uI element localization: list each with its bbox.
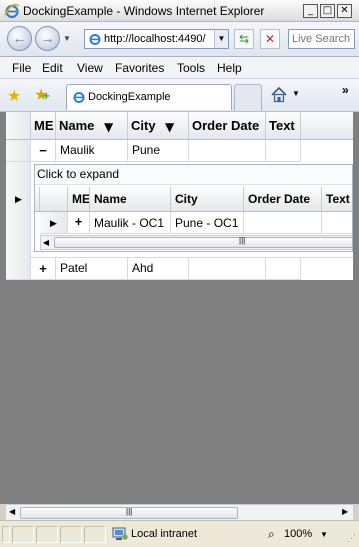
child-cell-city[interactable]: Pune - OC1 [171, 212, 244, 234]
expand-button[interactable]: + [31, 258, 56, 280]
collapse-button[interactable]: − [31, 140, 56, 162]
status-bar: Local intranet ⌕ 100% ▼ ⋰ [0, 520, 359, 547]
cell-name[interactable]: Patel [56, 258, 128, 280]
forward-button[interactable]: → [35, 26, 60, 51]
search-box[interactable] [288, 29, 355, 49]
home-dropdown-icon[interactable]: ▼ [292, 89, 300, 98]
maximize-button[interactable]: □ [320, 4, 335, 18]
row-indicator [6, 140, 31, 162]
child-indicator-header [40, 187, 68, 212]
child-scroll-thumb[interactable]: ||| [54, 236, 352, 248]
child-column-header-order-date[interactable]: Order Date [244, 187, 322, 212]
child-column-header-text[interactable]: Text [322, 187, 352, 212]
url-text[interactable]: http://localhost:4490/ [104, 33, 212, 45]
address-bar: ← → ▼ http://localhost:4490/ ▼ ⇆ ✕ [0, 22, 359, 57]
title-bar: DockingExample - Windows Internet Explor… [0, 0, 359, 22]
status-segment [12, 526, 34, 543]
child-row-arrow-icon: ▶ [40, 212, 68, 234]
close-button[interactable]: ✕ [337, 4, 352, 18]
menu-file[interactable]: File [12, 61, 31, 75]
url-dropdown-icon[interactable]: ▼ [214, 30, 228, 48]
url-field[interactable]: http://localhost:4490/ ▼ [84, 29, 229, 49]
ie-logo-icon [4, 3, 20, 19]
cell-text[interactable] [266, 258, 301, 280]
new-tab-button[interactable] [234, 84, 262, 110]
zoom-dropdown-icon[interactable]: ▼ [320, 530, 328, 539]
page-icon [89, 34, 101, 45]
grip-icon: ||| [126, 507, 133, 516]
column-header-me[interactable]: ME [31, 112, 56, 140]
zoom-icon[interactable]: ⌕ [268, 527, 275, 542]
child-horizontal-scrollbar[interactable]: ◀ ||| [40, 235, 352, 250]
child-column-header-city[interactable]: City [171, 187, 244, 212]
scroll-left-icon[interactable]: ◀ [41, 236, 51, 249]
status-segment [84, 526, 106, 543]
row-indicator [6, 258, 31, 280]
column-header-name[interactable]: Name ▼ [56, 112, 128, 140]
child-expand-button[interactable]: + [68, 212, 90, 234]
tab-label: DockingExample [88, 91, 171, 103]
intranet-zone-icon [112, 527, 128, 540]
search-input[interactable] [289, 30, 353, 48]
page-content: ME Name ▼ City ▼ Order Date Text − Mauli… [0, 112, 359, 504]
detail-indicator: ▶ [6, 162, 31, 258]
child-grid: Click to expand ME Name City Order Date … [34, 164, 353, 252]
detail-section: ▶ Click to expand ME Name City Order Dat… [6, 162, 353, 258]
stop-button[interactable]: ✕ [260, 29, 280, 49]
child-column-header-me[interactable]: ME [68, 187, 90, 212]
add-favorites-icon[interactable]: ★ + [34, 85, 50, 104]
window-title: DockingExample - Windows Internet Explor… [23, 4, 265, 18]
cell-name[interactable]: Maulik [56, 140, 128, 162]
more-tools-icon[interactable]: » [342, 83, 349, 97]
page-horizontal-scrollbar[interactable]: ◀ ||| ▶ [6, 504, 353, 520]
click-to-expand-row[interactable]: Click to expand [35, 165, 352, 185]
menu-view[interactable]: View [77, 61, 103, 75]
zoom-level[interactable]: 100% [284, 528, 312, 540]
history-dropdown-icon[interactable]: ▼ [63, 34, 71, 43]
city-filter-icon[interactable]: ▼ [165, 120, 174, 134]
page-icon [73, 92, 85, 103]
tab-docking-example[interactable]: DockingExample [66, 84, 232, 110]
resize-grip-icon[interactable]: ⋰ [347, 533, 356, 544]
cell-text[interactable] [266, 140, 301, 162]
child-cell-name[interactable]: Maulik - OC1 [90, 212, 171, 234]
refresh-button[interactable]: ⇆ [234, 29, 254, 49]
cell-city[interactable]: Pune [128, 140, 189, 162]
grip-icon: ||| [239, 236, 246, 245]
column-header-city[interactable]: City ▼ [128, 112, 189, 140]
scroll-right-icon[interactable]: ▶ [342, 507, 348, 516]
menu-edit[interactable]: Edit [42, 61, 63, 75]
current-row-arrow-icon: ▶ [15, 194, 22, 204]
page-scroll-thumb[interactable]: ||| [20, 507, 238, 519]
header-filler [301, 112, 353, 140]
status-segment [60, 526, 82, 543]
back-button[interactable]: ← [7, 26, 32, 51]
column-header-city-label: City [131, 118, 156, 133]
menu-favorites[interactable]: Favorites [115, 61, 164, 75]
column-header-order-date[interactable]: Order Date [189, 112, 266, 140]
security-zone-label[interactable]: Local intranet [131, 528, 197, 540]
cell-order-date[interactable] [189, 258, 266, 280]
column-header-name-label: Name [59, 118, 95, 133]
status-segment [36, 526, 58, 543]
menu-bar: File Edit View Favorites Tools Help [0, 57, 359, 79]
column-header-text[interactable]: Text [266, 112, 301, 140]
grid-indicator-header [6, 112, 31, 140]
hierarchical-grid: ME Name ▼ City ▼ Order Date Text − Mauli… [6, 112, 353, 280]
favorites-center-icon[interactable]: ★ [7, 86, 21, 105]
cell-city[interactable]: Ahd [128, 258, 189, 280]
child-cell-order-date[interactable] [244, 212, 322, 234]
cell-order-date[interactable] [189, 140, 266, 162]
menu-help[interactable]: Help [217, 61, 242, 75]
scroll-left-icon[interactable]: ◀ [9, 507, 15, 516]
child-column-header-name[interactable]: Name [90, 187, 171, 212]
home-icon[interactable] [270, 86, 288, 104]
menu-tools[interactable]: Tools [177, 61, 205, 75]
minimize-button[interactable]: _ [303, 4, 318, 18]
favorites-bar: ★ ★ + DockingExample ▼ » [0, 79, 359, 112]
name-filter-icon[interactable]: ▼ [104, 120, 113, 134]
child-cell-text[interactable] [322, 212, 352, 234]
status-segment [2, 526, 10, 543]
